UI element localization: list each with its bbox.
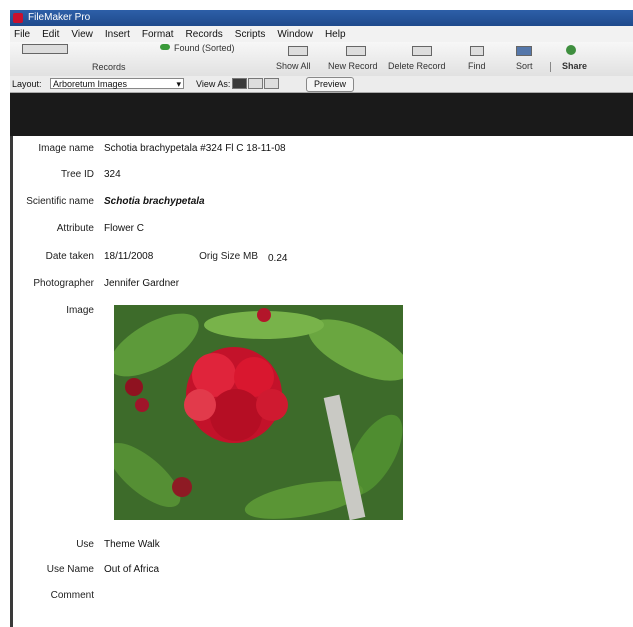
image-name-field[interactable]: Schotia brachypetala #324 Fl C 18-11-08 — [104, 143, 286, 154]
new-record-button[interactable]: New Record — [328, 61, 378, 71]
view-as-table-button[interactable] — [264, 78, 279, 89]
title-bar: FileMaker Pro — [10, 10, 633, 26]
layout-bar: Layout: Arboretum Images ▾ View As: Prev… — [10, 76, 633, 93]
chevron-down-icon: ▾ — [176, 79, 181, 89]
menu-records[interactable]: Records — [186, 29, 223, 40]
delete-record-button[interactable]: Delete Record — [388, 61, 446, 71]
photographer-label: Photographer — [33, 278, 94, 289]
records-label: Records — [92, 62, 126, 72]
image-container-field[interactable] — [114, 305, 403, 520]
orig-size-label: Orig Size MB — [199, 251, 258, 262]
layout-label: Layout: — [12, 79, 42, 89]
found-sorted-label: Found (Sorted) — [174, 43, 235, 53]
menu-edit[interactable]: Edit — [42, 29, 59, 40]
menu-insert[interactable]: Insert — [105, 29, 130, 40]
flower-photo — [114, 305, 403, 520]
sort-button[interactable]: Sort — [516, 61, 533, 71]
date-taken-field[interactable]: 18/11/2008 — [104, 251, 153, 262]
photographer-field[interactable]: Jennifer Gardner — [104, 278, 179, 289]
use-name-label: Use Name — [46, 564, 94, 575]
menu-help[interactable]: Help — [325, 29, 346, 40]
scientific-name-label: Scientific name — [26, 196, 94, 207]
menu-bar: File Edit View Insert Format Records Scr… — [10, 26, 633, 42]
find-button[interactable]: Find — [468, 61, 486, 71]
status-toolbar: Records Found (Sorted) Show All New Reco… — [10, 42, 633, 77]
show-all-icon[interactable] — [288, 46, 308, 56]
preview-button[interactable]: Preview — [306, 77, 354, 92]
tree-id-field[interactable]: 324 — [104, 169, 121, 180]
view-as-label: View As: — [196, 79, 231, 89]
toolbar-divider — [550, 62, 551, 72]
sort-icon[interactable] — [516, 46, 532, 56]
image-name-label: Image name — [38, 143, 94, 154]
view-as-list-button[interactable] — [248, 78, 263, 89]
orig-size-field[interactable]: 0.24 — [268, 253, 287, 264]
tree-id-label: Tree ID — [61, 169, 94, 180]
attribute-field[interactable]: Flower C — [104, 223, 144, 234]
menu-file[interactable]: File — [14, 29, 30, 40]
comment-label: Comment — [50, 590, 94, 601]
delete-record-icon[interactable] — [412, 46, 432, 56]
use-field[interactable]: Theme Walk — [104, 539, 160, 550]
menu-scripts[interactable]: Scripts — [235, 29, 266, 40]
window-left-edge — [10, 136, 13, 627]
menu-format[interactable]: Format — [142, 29, 174, 40]
layout-select-value: Arboretum Images — [53, 79, 128, 89]
show-all-button[interactable]: Show All — [276, 61, 311, 71]
found-set-pie-icon — [160, 44, 170, 50]
layout-select[interactable]: Arboretum Images ▾ — [50, 78, 184, 89]
date-taken-label: Date taken — [45, 251, 94, 262]
menu-view[interactable]: View — [71, 29, 93, 40]
scientific-name-field[interactable]: Schotia brachypetala — [104, 196, 205, 207]
find-icon[interactable] — [470, 46, 484, 56]
share-button[interactable]: Share — [562, 61, 587, 71]
image-label: Image — [66, 305, 94, 316]
new-record-icon[interactable] — [346, 46, 366, 56]
layout-header-band — [10, 93, 633, 136]
attribute-label: Attribute — [56, 223, 94, 234]
window-title: FileMaker Pro — [28, 12, 91, 23]
use-name-field[interactable]: Out of Africa — [104, 564, 159, 575]
use-label: Use — [76, 539, 94, 550]
filemaker-app-icon — [13, 13, 23, 23]
record-navigator-icon[interactable] — [22, 44, 68, 54]
view-as-form-button[interactable] — [232, 78, 247, 89]
menu-window[interactable]: Window — [277, 29, 313, 40]
share-icon[interactable] — [566, 45, 576, 55]
